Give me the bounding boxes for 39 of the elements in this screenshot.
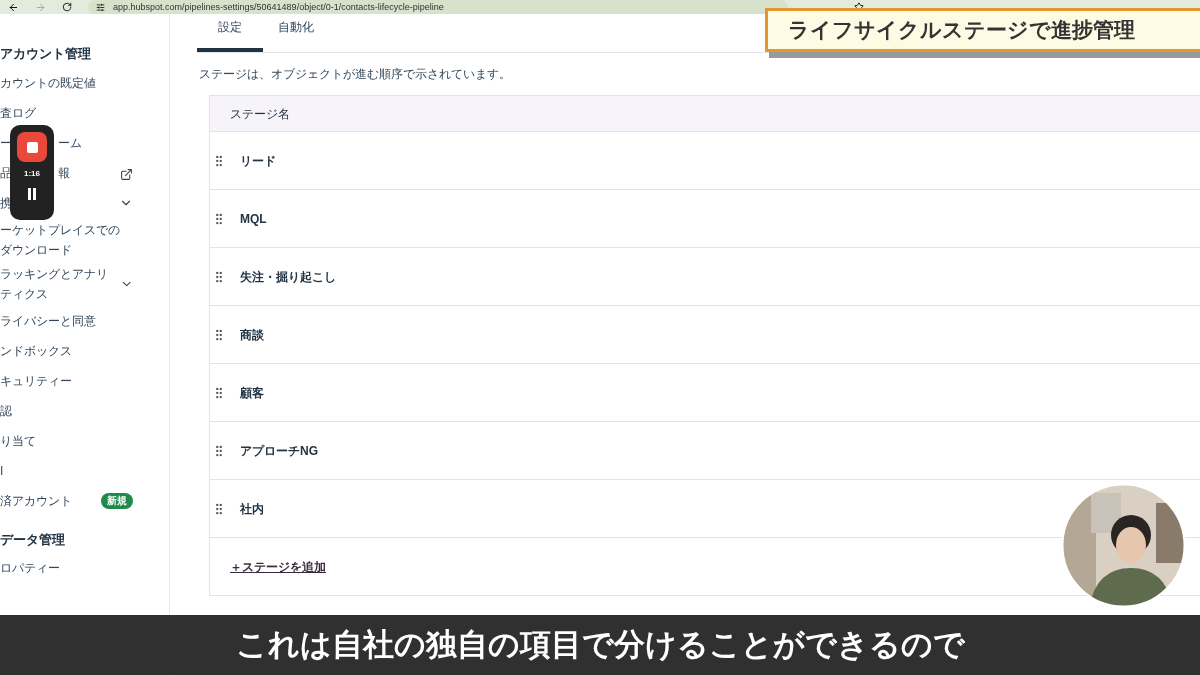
recording-time: 1:16 [24, 168, 40, 180]
stage-name: MQL [240, 210, 267, 228]
section-title: アカウント管理 [0, 45, 92, 63]
reload-icon[interactable] [62, 2, 72, 12]
subtitle-bar: これは自社の独自の項目で分けることができるので [0, 615, 1200, 675]
nav-item[interactable]: り当て [0, 430, 36, 451]
column-header: ステージ名 [230, 105, 290, 123]
external-link-icon [120, 168, 133, 181]
nav-item[interactable]: 報 [58, 162, 70, 183]
stage-name: 失注・掘り起こし [240, 268, 336, 286]
nav-item[interactable]: カウントの既定値 [0, 72, 96, 93]
nav-item[interactable]: 認 [0, 400, 12, 421]
nav-item[interactable]: ンドボックス [0, 340, 72, 361]
stop-button[interactable] [17, 132, 47, 162]
stop-icon [26, 141, 38, 153]
nav-item[interactable]: ーケットプレイスでのダウンロード [0, 219, 125, 260]
nav-item[interactable]: I [0, 460, 4, 481]
site-settings-icon[interactable] [96, 2, 105, 12]
stage-name: リード [240, 152, 276, 170]
stage-name: 顧客 [240, 384, 264, 402]
description: ステージは、オブジェクトが進む順序で示されています。 [199, 66, 512, 83]
stage-name: アプローチNG [240, 442, 318, 460]
nav-item[interactable]: ロパティー [0, 558, 60, 578]
add-stage-link[interactable]: ＋ステージを追加 [230, 557, 326, 576]
address-bar[interactable]: app.hubspot.com/pipelines-settings/50641489/object/0-1/contacts-lifecycle-pipeline [88, 0, 788, 14]
tab[interactable]: 設定 [197, 16, 263, 52]
pause-icon[interactable] [27, 188, 37, 200]
nav-item[interactable]: ラッキングとアナリティクス [0, 263, 120, 304]
nav-item[interactable]: 済アカウント [0, 490, 72, 511]
stage-name: 商談 [240, 326, 264, 344]
stage-name: 社内 [240, 500, 264, 518]
nav-item[interactable]: ライバシーと同意 [0, 310, 96, 331]
nav-item[interactable]: キュリティー [0, 370, 72, 391]
nav-item[interactable]: ーム [58, 132, 82, 153]
tab[interactable]: 自動化 [263, 16, 329, 52]
new-badge: 新規 [101, 492, 133, 509]
back-icon[interactable] [8, 1, 19, 13]
section-title: データ管理 [0, 530, 66, 549]
nav-item[interactable]: 査ログ [0, 102, 36, 123]
